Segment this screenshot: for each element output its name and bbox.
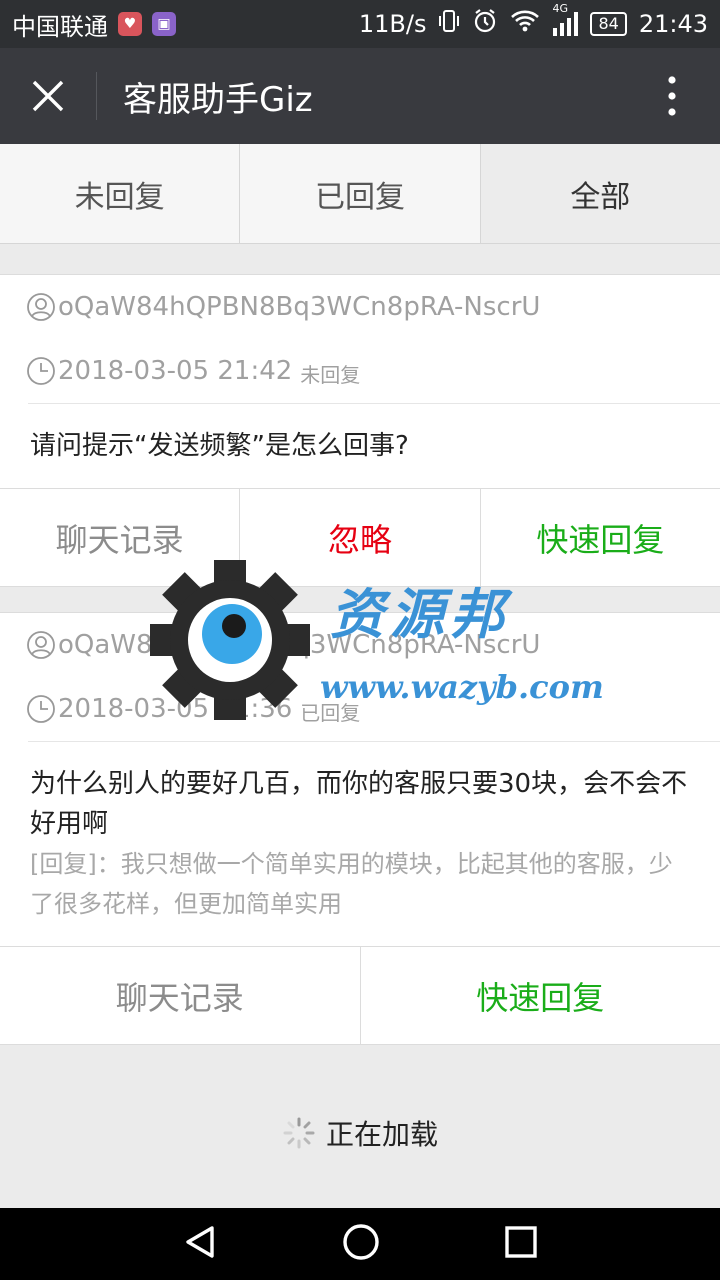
quick-reply-button[interactable]: 快速回复 [481,489,720,586]
recents-square-icon [505,1226,537,1258]
network-speed: 11B/s [358,10,427,38]
time-row: 2018-03-05 21:42 未回复 [26,339,720,403]
time-row: 2018-03-05 21:36 已回复 [26,677,720,741]
chat-history-button[interactable]: 聊天记录 [0,947,361,1044]
more-button[interactable] [624,48,720,144]
health-app-icon: ♥ [118,12,142,36]
user-row: oQaW84hQPBN8Bq3WCn8pRA-NscrU [26,613,720,677]
network-type: 4G [552,2,568,15]
loading-indicator: 正在加载 [0,1105,720,1161]
title-bar: 客服助手Giz [0,48,720,144]
spinner-icon [283,1117,315,1149]
battery-indicator: 84 [590,12,627,36]
chat-history-button[interactable]: 聊天记录 [0,489,241,586]
tab-all[interactable]: 全部 [480,144,720,243]
ignore-button[interactable]: 忽略 [240,489,481,586]
alarm-icon [472,8,498,40]
back-button[interactable] [182,1224,218,1264]
filter-tabs: 未回复 已回复 全部 [0,144,720,244]
close-button[interactable] [0,48,96,144]
user-icon [27,631,55,659]
card-actions: 聊天记录 忽略 快速回复 [0,488,720,586]
clock: 21:43 [638,10,708,38]
message-content: 为什么别人的要好几百，而你的客服只要30块，会不会不好用啊 [30,769,688,839]
user-id: oQaW84hQPBN8Bq3WCn8pRA-NscrU [58,630,541,660]
card-actions: 聊天记录 快速回复 [0,946,720,1044]
wifi-icon [510,9,540,39]
quick-reply-button[interactable]: 快速回复 [361,947,720,1044]
status-badge: 未回复 [300,362,361,387]
user-icon [27,293,55,321]
message-content: 请问提示“发送频繁”是怎么回事? [28,403,720,488]
page-title: 客服助手Giz [123,79,313,120]
gallery-app-icon: ▣ [152,12,176,36]
signal-icon: 4G [552,2,579,36]
message-time: 2018-03-05 21:42 [58,356,293,386]
title-divider [96,72,97,120]
user-row: oQaW84hQPBN8Bq3WCn8pRA-NscrU [26,275,720,339]
home-button[interactable] [342,1223,380,1265]
more-vertical-icon [668,76,676,116]
status-badge: 已回复 [300,700,361,725]
reply-content: [回复]：我只想做一个简单实用的模块，比起其他的客服，少了很多花样，但更加简单实… [30,850,673,918]
message-body: 为什么别人的要好几百，而你的客服只要30块，会不会不好用啊 [回复]：我只想做一… [28,741,720,946]
back-triangle-icon [186,1226,214,1258]
home-circle-icon [343,1224,379,1260]
clock-icon [27,695,55,723]
tab-unreplied[interactable]: 未回复 [0,144,241,243]
user-id: oQaW84hQPBN8Bq3WCn8pRA-NscrU [58,292,541,322]
message-card: oQaW84hQPBN8Bq3WCn8pRA-NscrU 2018-03-05 … [0,274,720,587]
message-card: oQaW84hQPBN8Bq3WCn8pRA-NscrU 2018-03-05 … [0,612,720,1045]
system-nav-bar [0,1208,720,1280]
loading-text: 正在加载 [325,1118,438,1151]
carrier-label: 中国联通 [12,12,108,41]
vibrate-icon [438,8,460,40]
status-bar: 中国联通 ♥ ▣ 11B/s 4G 84 21:43 [0,0,720,48]
tab-replied[interactable]: 已回复 [240,144,481,243]
recents-button[interactable] [504,1225,538,1263]
message-time: 2018-03-05 21:36 [58,694,293,724]
clock-icon [27,357,55,385]
close-icon [32,80,64,112]
